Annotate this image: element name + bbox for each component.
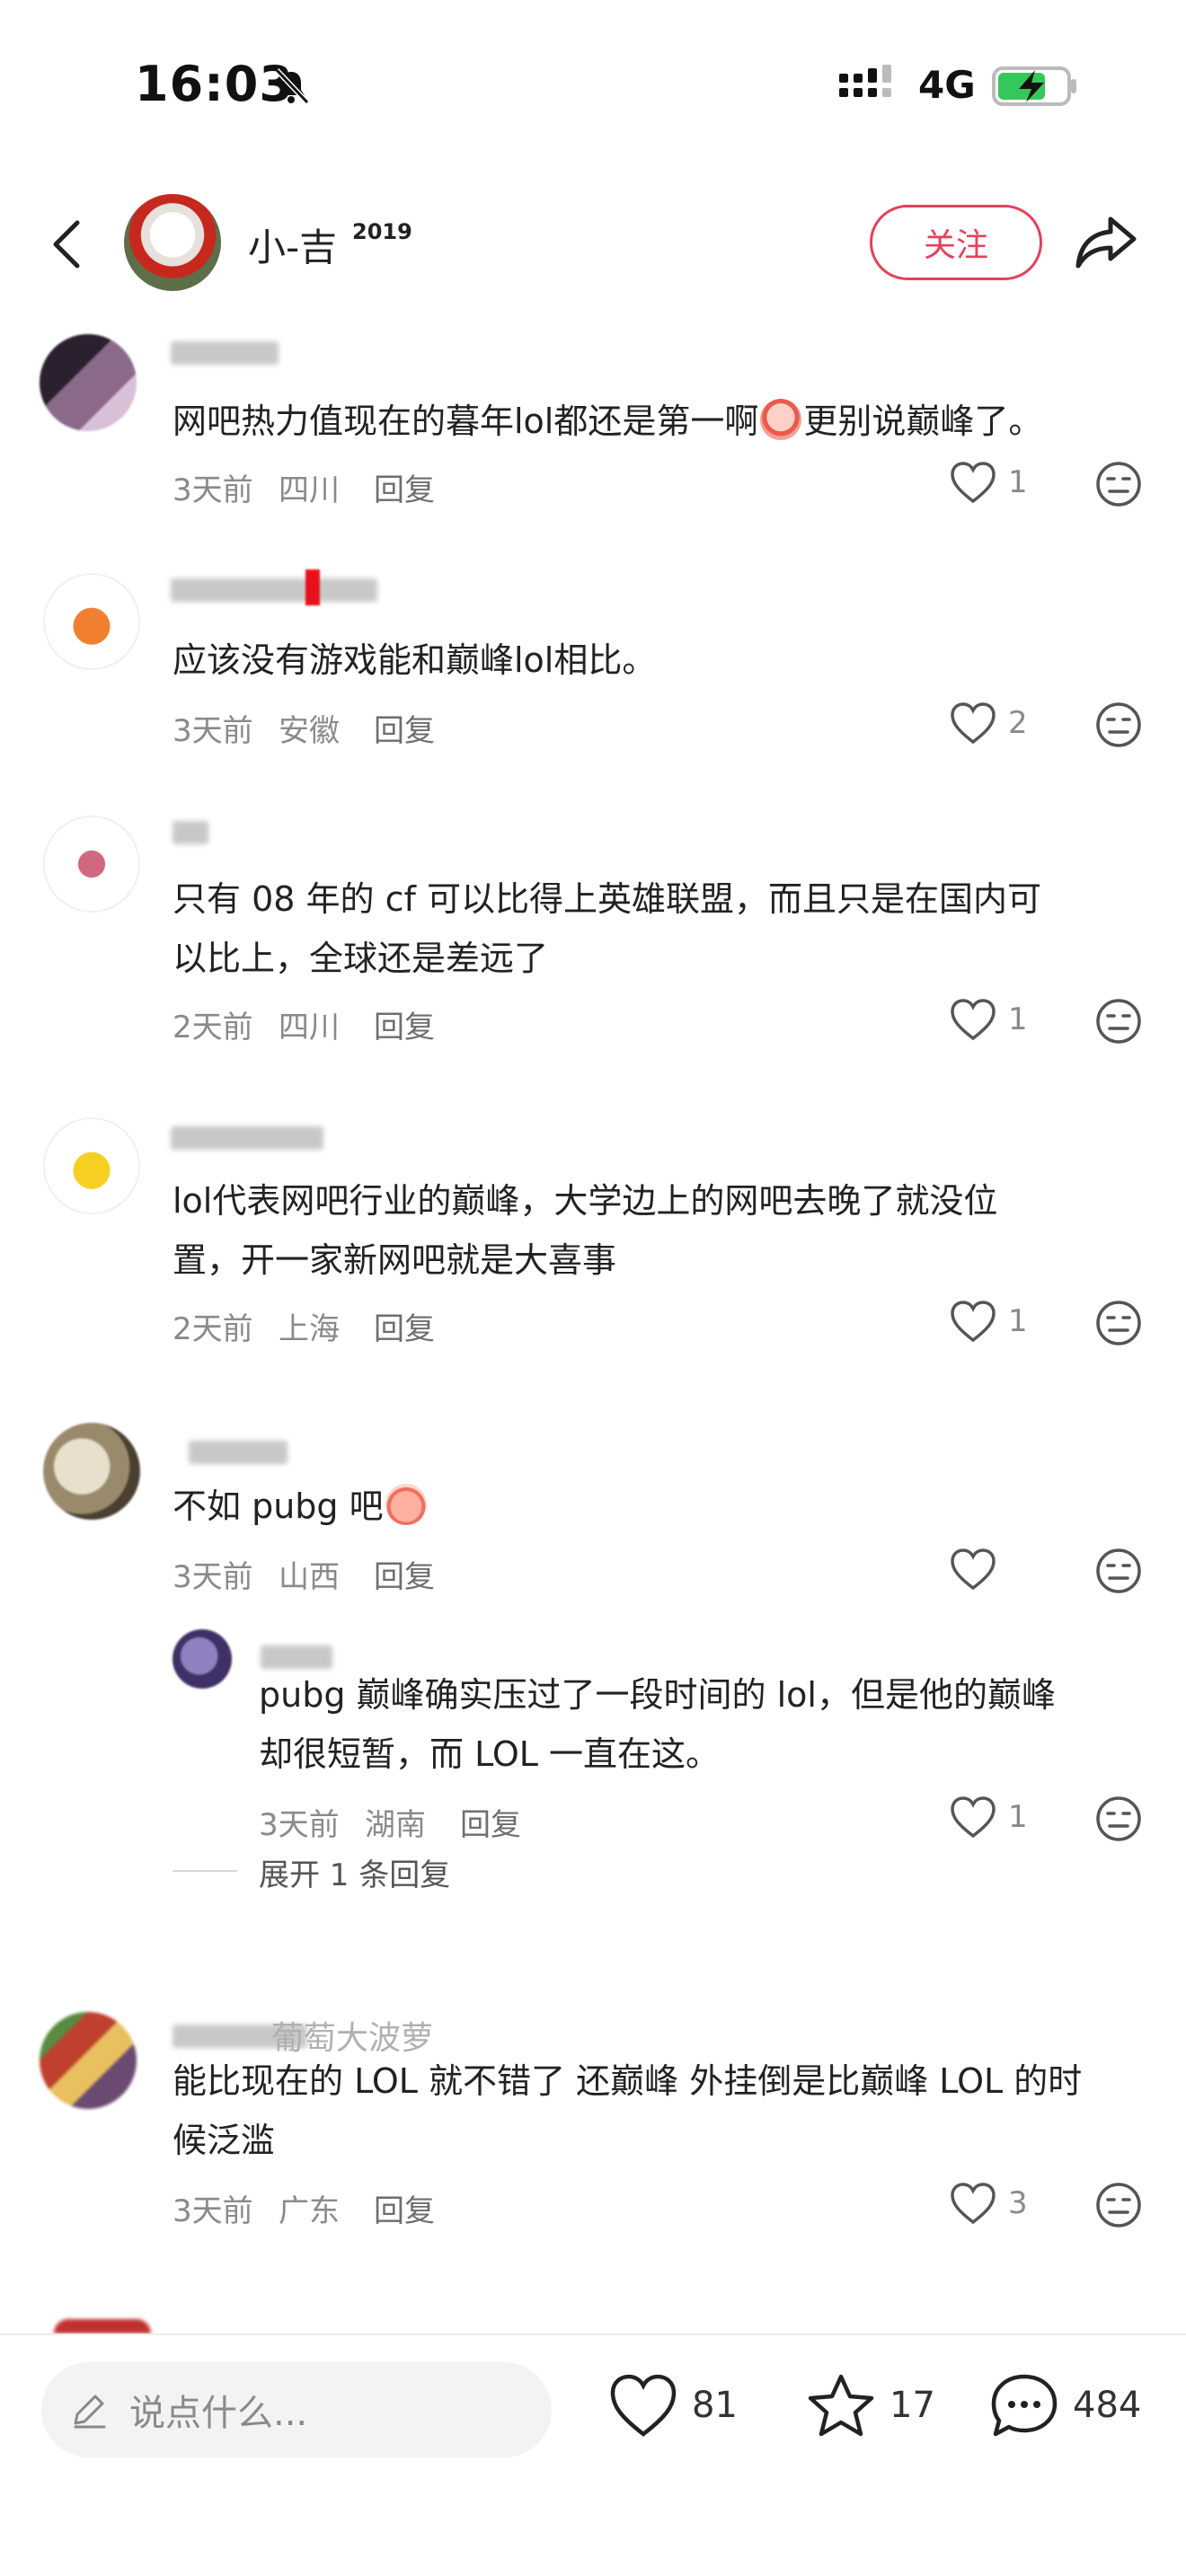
like-button[interactable]: 3 bbox=[949, 2181, 1028, 2226]
comment-location: 四川 bbox=[279, 472, 340, 508]
heart-icon bbox=[951, 1301, 996, 1343]
commenter-avatar[interactable] bbox=[43, 573, 140, 670]
comment-text: 只有 08 年的 cf 可以比得上英雄联盟，而且只是在国内可 以比上，全球还是差… bbox=[173, 879, 1041, 978]
comment-time: 2天前 bbox=[173, 1311, 253, 1347]
comment-location: 广东 bbox=[279, 2193, 340, 2229]
comment-text: 能比现在的 LOL 就不错了 还巅峰 外挂倒是比巅峰 LOL 的时 候泛滥 bbox=[173, 2061, 1083, 2160]
dislike-face-icon[interactable] bbox=[1094, 2181, 1143, 2229]
status-bar: 16:03 4G bbox=[0, 0, 1186, 171]
like-count: 1 bbox=[1008, 464, 1028, 500]
comment-text: 应该没有游戏能和巅峰lol相比。 bbox=[173, 640, 657, 680]
follow-button[interactable]: 关注 bbox=[870, 205, 1042, 280]
like-count: 3 bbox=[1008, 2185, 1028, 2221]
heart-icon bbox=[951, 702, 996, 745]
reply-button[interactable]: 回复 bbox=[374, 706, 435, 750]
like-count: 1 bbox=[1008, 1001, 1028, 1037]
author-name-superscript: 2019 bbox=[352, 219, 412, 244]
share-icon[interactable] bbox=[1075, 212, 1139, 271]
heart-icon bbox=[951, 1548, 996, 1591]
reply-button[interactable]: 回复 bbox=[460, 1800, 521, 1844]
heart-icon bbox=[951, 2183, 996, 2225]
commenter-name[interactable] bbox=[189, 1441, 288, 1464]
reply-button[interactable]: 回复 bbox=[374, 2186, 435, 2230]
commenter-avatar[interactable] bbox=[43, 816, 140, 913]
crying-emoji-icon bbox=[760, 399, 802, 440]
comment-location: 山西 bbox=[279, 1559, 340, 1595]
like-count: 1 bbox=[1008, 1303, 1028, 1339]
commenter-avatar[interactable] bbox=[40, 2012, 137, 2109]
chat-bubble-icon bbox=[991, 2374, 1058, 2437]
heart-icon bbox=[951, 462, 996, 504]
comment-text: 网吧热力值现在的暮年lol都还是第一啊 更别说巅峰了。 bbox=[173, 392, 1161, 451]
reply-button[interactable]: 回复 bbox=[374, 1552, 435, 1596]
comment-count: 484 bbox=[1073, 2385, 1142, 2426]
commenter-avatar[interactable] bbox=[54, 2319, 151, 2333]
comment-location: 湖南 bbox=[365, 1807, 426, 1843]
comment-time: 3天前 bbox=[173, 713, 253, 749]
expand-divider bbox=[173, 1870, 237, 1872]
heart-icon bbox=[610, 2374, 677, 2437]
commenter-name[interactable] bbox=[173, 821, 208, 844]
like-count: 1 bbox=[1008, 1799, 1028, 1835]
back-icon[interactable] bbox=[45, 217, 90, 271]
bell-off-icon bbox=[274, 67, 310, 105]
comment-time: 3天前 bbox=[173, 1559, 253, 1595]
commenter-name[interactable] bbox=[171, 1126, 323, 1150]
comment-text: 不如 pubg 吧 bbox=[173, 1477, 1143, 1536]
reply-button[interactable]: 回复 bbox=[374, 1002, 435, 1046]
commenter-avatar[interactable] bbox=[43, 1423, 140, 1520]
bottom-action-bar: 说点什么... 81 17 484 bbox=[0, 2335, 1186, 2576]
dislike-face-icon[interactable] bbox=[1094, 997, 1143, 1045]
dislike-face-icon[interactable] bbox=[1094, 1547, 1143, 1595]
like-button[interactable]: 1 bbox=[949, 1795, 1028, 1839]
status-time: 16:03 bbox=[135, 56, 294, 112]
like-button[interactable]: 1 bbox=[949, 997, 1028, 1042]
dislike-face-icon[interactable] bbox=[1094, 460, 1143, 508]
like-button[interactable] bbox=[949, 1547, 1008, 1592]
author-name[interactable]: 小-吉 bbox=[248, 217, 337, 272]
network-label: 4G bbox=[918, 63, 976, 107]
star-icon bbox=[808, 2374, 874, 2437]
author-avatar[interactable] bbox=[124, 194, 221, 291]
comment-location: 上海 bbox=[279, 1311, 340, 1347]
like-post-button[interactable]: 81 bbox=[607, 2371, 738, 2439]
commenter-name[interactable] bbox=[171, 578, 377, 602]
laughing-crying-emoji-icon bbox=[385, 1484, 427, 1525]
reply-button[interactable]: 回复 bbox=[374, 465, 435, 509]
comment-time: 3天前 bbox=[259, 1807, 340, 1843]
dislike-face-icon[interactable] bbox=[1094, 701, 1143, 749]
comment-location: 安徽 bbox=[279, 713, 340, 749]
comment-input[interactable]: 说点什么... bbox=[41, 2362, 552, 2457]
comment-time: 2天前 bbox=[173, 1010, 253, 1045]
pencil-icon bbox=[74, 2395, 106, 2429]
comments-button[interactable]: 484 bbox=[988, 2371, 1141, 2439]
like-count: 2 bbox=[1008, 705, 1028, 741]
comment-text: pubg 巅峰确实压过了一段时间的 lol，但是他的巅峰 却很短暂，而 LOL … bbox=[259, 1675, 1056, 1774]
heart-icon bbox=[951, 1796, 996, 1839]
comment-time: 3天前 bbox=[173, 472, 253, 508]
comment-text: lol代表网吧行业的巅峰，大学边上的网吧去晚了就没位 置，开一家新网吧就是大喜事 bbox=[173, 1181, 998, 1280]
dislike-face-icon[interactable] bbox=[1094, 1795, 1143, 1843]
commenter-name[interactable] bbox=[171, 341, 279, 365]
collect-button[interactable]: 17 bbox=[805, 2371, 935, 2439]
input-placeholder: 说点什么... bbox=[129, 2393, 308, 2434]
like-button[interactable]: 1 bbox=[949, 1299, 1028, 1344]
collect-count: 17 bbox=[890, 2385, 935, 2426]
like-button[interactable]: 1 bbox=[949, 460, 1028, 505]
like-button[interactable]: 2 bbox=[949, 701, 1028, 745]
reply-button[interactable]: 回复 bbox=[374, 1304, 435, 1348]
name-badge bbox=[305, 569, 320, 605]
comment-location: 四川 bbox=[279, 1010, 340, 1045]
commenter-avatar[interactable] bbox=[173, 1629, 232, 1689]
expand-replies-button[interactable]: 展开 1 条回复 bbox=[259, 1850, 450, 1894]
commenter-avatar[interactable] bbox=[43, 1117, 140, 1214]
post-header: 小-吉 2019 关注 bbox=[0, 189, 1186, 296]
heart-icon bbox=[951, 999, 996, 1041]
dislike-face-icon[interactable] bbox=[1094, 1299, 1143, 1347]
battery-charging-icon bbox=[992, 66, 1076, 106]
post-like-count: 81 bbox=[692, 2385, 738, 2426]
signal-icon bbox=[839, 65, 891, 97]
comment-time: 3天前 bbox=[173, 2193, 253, 2229]
commenter-avatar[interactable] bbox=[40, 334, 137, 431]
